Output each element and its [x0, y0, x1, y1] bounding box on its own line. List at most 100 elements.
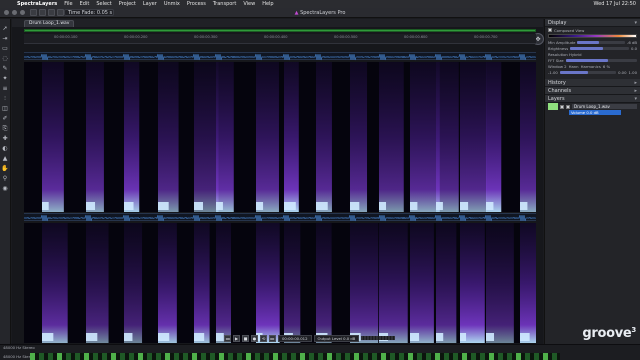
layers-panel-header[interactable]: Layers ▾	[545, 95, 640, 103]
play-button[interactable]: ▶	[233, 334, 240, 342]
display-panel-header[interactable]: Display ▾	[545, 19, 640, 27]
range-max: 1.00	[628, 69, 637, 75]
spectral-transient	[86, 62, 104, 212]
menu-transport[interactable]: Transport	[213, 1, 236, 7]
clock[interactable]: Wed 17 Jul 22:50	[594, 1, 636, 7]
spectral-transient	[216, 62, 234, 212]
waveform-trace	[24, 214, 536, 222]
spectral-transient	[520, 223, 536, 343]
hann-label[interactable]: Hann	[569, 64, 579, 69]
position-display[interactable]: 00:00:00.012	[278, 334, 312, 342]
strip-segment	[489, 353, 494, 360]
channels-panel-header[interactable]: Channels ▸	[545, 87, 640, 95]
strip-segment	[318, 353, 323, 360]
menu-file[interactable]: File	[64, 1, 72, 7]
menu-project[interactable]: Project	[119, 1, 136, 7]
pointer-tool-icon[interactable]: ➚	[1, 25, 9, 32]
low-frequency-hit	[436, 202, 443, 210]
history-header-label: History	[548, 80, 566, 86]
menu-select[interactable]: Select	[96, 1, 111, 7]
waveform-right[interactable]	[24, 213, 536, 222]
project-overview-bar[interactable]	[24, 29, 536, 32]
tab-drum-loop[interactable]: Drum Loop_1.wav	[24, 20, 75, 27]
collapse-icon[interactable]: ▾	[634, 95, 637, 103]
strip-segment	[453, 353, 458, 360]
menu-app-name[interactable]: SpectraLayers	[17, 1, 57, 7]
forward-button[interactable]: ▸▸	[269, 334, 276, 342]
lasso-tool-icon[interactable]: ◌	[1, 55, 9, 62]
hand-tool-icon[interactable]: ✋	[1, 165, 9, 172]
harmonics-tool-icon[interactable]: ⫶	[1, 95, 9, 102]
window-type-label[interactable]: Window 2	[548, 64, 567, 69]
expand-icon[interactable]: ▸	[634, 79, 637, 87]
waveform-left[interactable]	[24, 52, 536, 61]
strip-segment	[66, 353, 71, 360]
history-panel-header[interactable]: History ▸	[545, 79, 640, 87]
strip-segment	[75, 353, 80, 360]
composed-view-checkbox[interactable]	[548, 28, 552, 32]
layer-item[interactable]: Drum Loop_1.wav	[545, 103, 640, 110]
time-ruler[interactable]: 00:00:00.100 00:00:00.200 00:00:00.300 0…	[24, 34, 536, 44]
low-frequency-hit	[460, 202, 469, 210]
layer-mute-checkbox[interactable]	[566, 104, 570, 109]
spectrogram-left-channel[interactable]	[24, 62, 536, 212]
fade-tool-icon[interactable]: ◐	[1, 145, 9, 152]
eraser-tool-icon[interactable]: ◫	[1, 105, 9, 112]
spectral-transient	[158, 223, 177, 343]
heal-tool-icon[interactable]: ✚	[1, 135, 9, 142]
rectangle-selection-tool-icon[interactable]: ▭	[1, 45, 9, 52]
menu-view[interactable]: View	[243, 1, 255, 7]
ruler-tick: 00:00:00.500	[334, 35, 358, 39]
channels-header-label: Channels	[548, 88, 572, 94]
expand-icon[interactable]: ▸	[634, 87, 637, 95]
window-title: ▲ SpectraLayers Pro	[0, 10, 640, 16]
brightness-slider[interactable]	[570, 46, 629, 50]
menu-layer[interactable]: Layer	[143, 1, 157, 7]
layer-name[interactable]: Drum Loop_1.wav	[572, 104, 637, 109]
output-level-display[interactable]: Output Level 0.0 dB	[313, 334, 360, 342]
amplitude-slider[interactable]	[577, 40, 625, 44]
layer-visibility-checkbox[interactable]	[560, 104, 564, 109]
spectral-transient	[520, 62, 536, 212]
strip-segment	[102, 353, 107, 360]
harmonics-value: 6 %	[602, 63, 611, 69]
strip-segment	[48, 353, 53, 360]
low-frequency-hit	[256, 202, 264, 210]
spectrogram-right-channel[interactable]	[24, 223, 536, 343]
record-button[interactable]: ●	[251, 334, 258, 342]
waveform-trace	[24, 53, 536, 61]
listen-tool-icon[interactable]: ◉	[1, 185, 9, 192]
amplify-tool-icon[interactable]: ▲	[1, 155, 9, 162]
strip-segment	[219, 353, 224, 360]
menu-process[interactable]: Process	[187, 1, 206, 7]
colormap-gradient[interactable]	[548, 34, 637, 38]
layers-header-label: Layers	[548, 96, 565, 102]
layer-thumbnail[interactable]	[548, 103, 558, 110]
secondary-view-strip[interactable]	[30, 353, 560, 360]
brush-tool-icon[interactable]: ✎	[1, 65, 9, 72]
loop-button[interactable]: ⟲	[260, 334, 267, 342]
strip-segment	[57, 353, 62, 360]
layer-volume[interactable]: Volume 0.0 dB	[569, 110, 621, 115]
clone-tool-icon[interactable]: ⎘	[1, 125, 9, 132]
max-amplitude-value: -6 dB	[626, 39, 637, 45]
magic-wand-tool-icon[interactable]: ✦	[1, 75, 9, 82]
spectral-transient	[316, 62, 332, 212]
rewind-button[interactable]: ◂◂	[224, 334, 231, 342]
time-selection-tool-icon[interactable]: ⇥	[1, 35, 9, 42]
fft-size-slider[interactable]	[565, 58, 637, 62]
spectral-transient	[158, 62, 179, 212]
menu-help[interactable]: Help	[262, 1, 273, 7]
paint-tool-icon[interactable]: ✐	[1, 115, 9, 122]
watermark-sup: 3	[631, 326, 636, 334]
menu-unmix[interactable]: Unmix	[164, 1, 180, 7]
menu-edit[interactable]: Edit	[80, 1, 90, 7]
spectralayers-logo-icon: ▲	[294, 10, 299, 16]
range-slider[interactable]	[559, 70, 617, 74]
frequency-tool-icon[interactable]: ≡	[1, 85, 9, 92]
zoom-tool-icon[interactable]: ⚲	[1, 175, 9, 182]
collapse-icon[interactable]: ▾	[634, 19, 637, 27]
stop-button[interactable]: ■	[242, 334, 249, 342]
spectral-transient	[284, 223, 301, 343]
fft-section-label: Resolution Hybrid	[548, 51, 582, 57]
